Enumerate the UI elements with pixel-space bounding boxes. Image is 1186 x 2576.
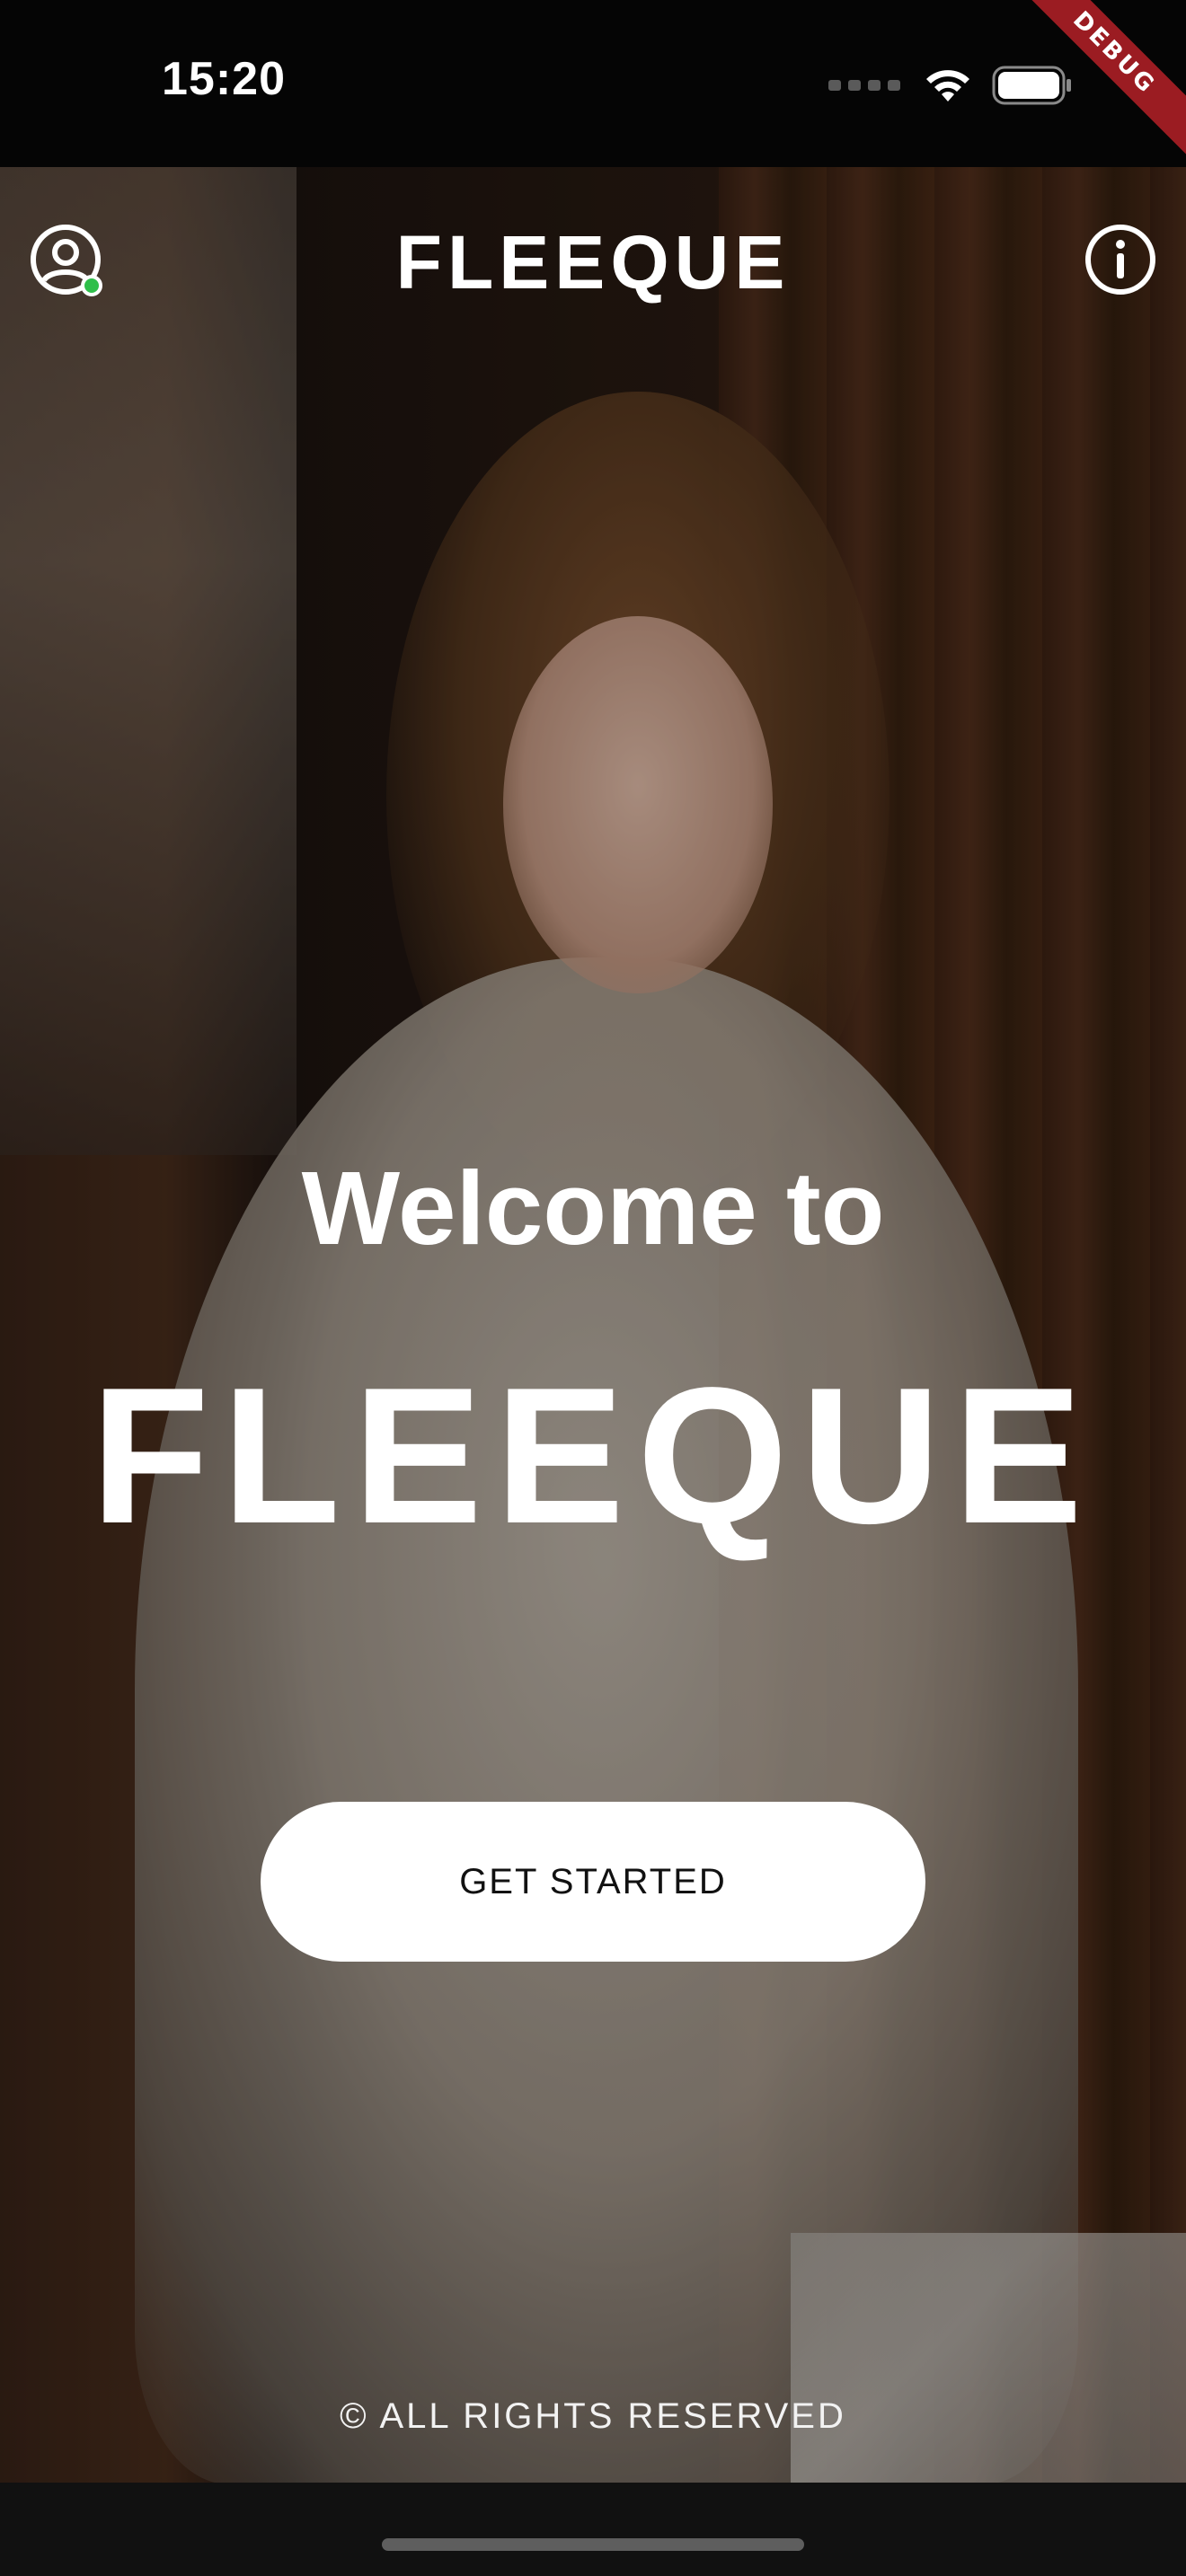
status-icons	[828, 59, 1073, 111]
home-indicator[interactable]	[382, 2538, 804, 2551]
get-started-button[interactable]: GET STARTED	[261, 1802, 925, 1962]
bottom-bar	[0, 2483, 1186, 2576]
dark-overlay	[0, 167, 1186, 2483]
brand-heading: FLEEQUE	[90, 1346, 1096, 1564]
status-bar: 15:20	[0, 0, 1186, 167]
app-title: FLEEQUE	[395, 220, 791, 304]
info-button[interactable]	[1084, 223, 1157, 296]
hero-background-image	[0, 167, 1186, 2483]
app-header: FLEEQUE	[0, 167, 1186, 347]
welcome-heading: Welcome to	[301, 1150, 885, 1266]
battery-icon	[992, 65, 1073, 106]
copyright-text: © ALL RIGHTS RESERVED	[340, 2396, 846, 2436]
wifi-icon	[922, 66, 974, 105]
status-time: 15:20	[162, 53, 286, 105]
info-icon	[1085, 225, 1155, 295]
cellular-signal-icon	[828, 80, 900, 91]
